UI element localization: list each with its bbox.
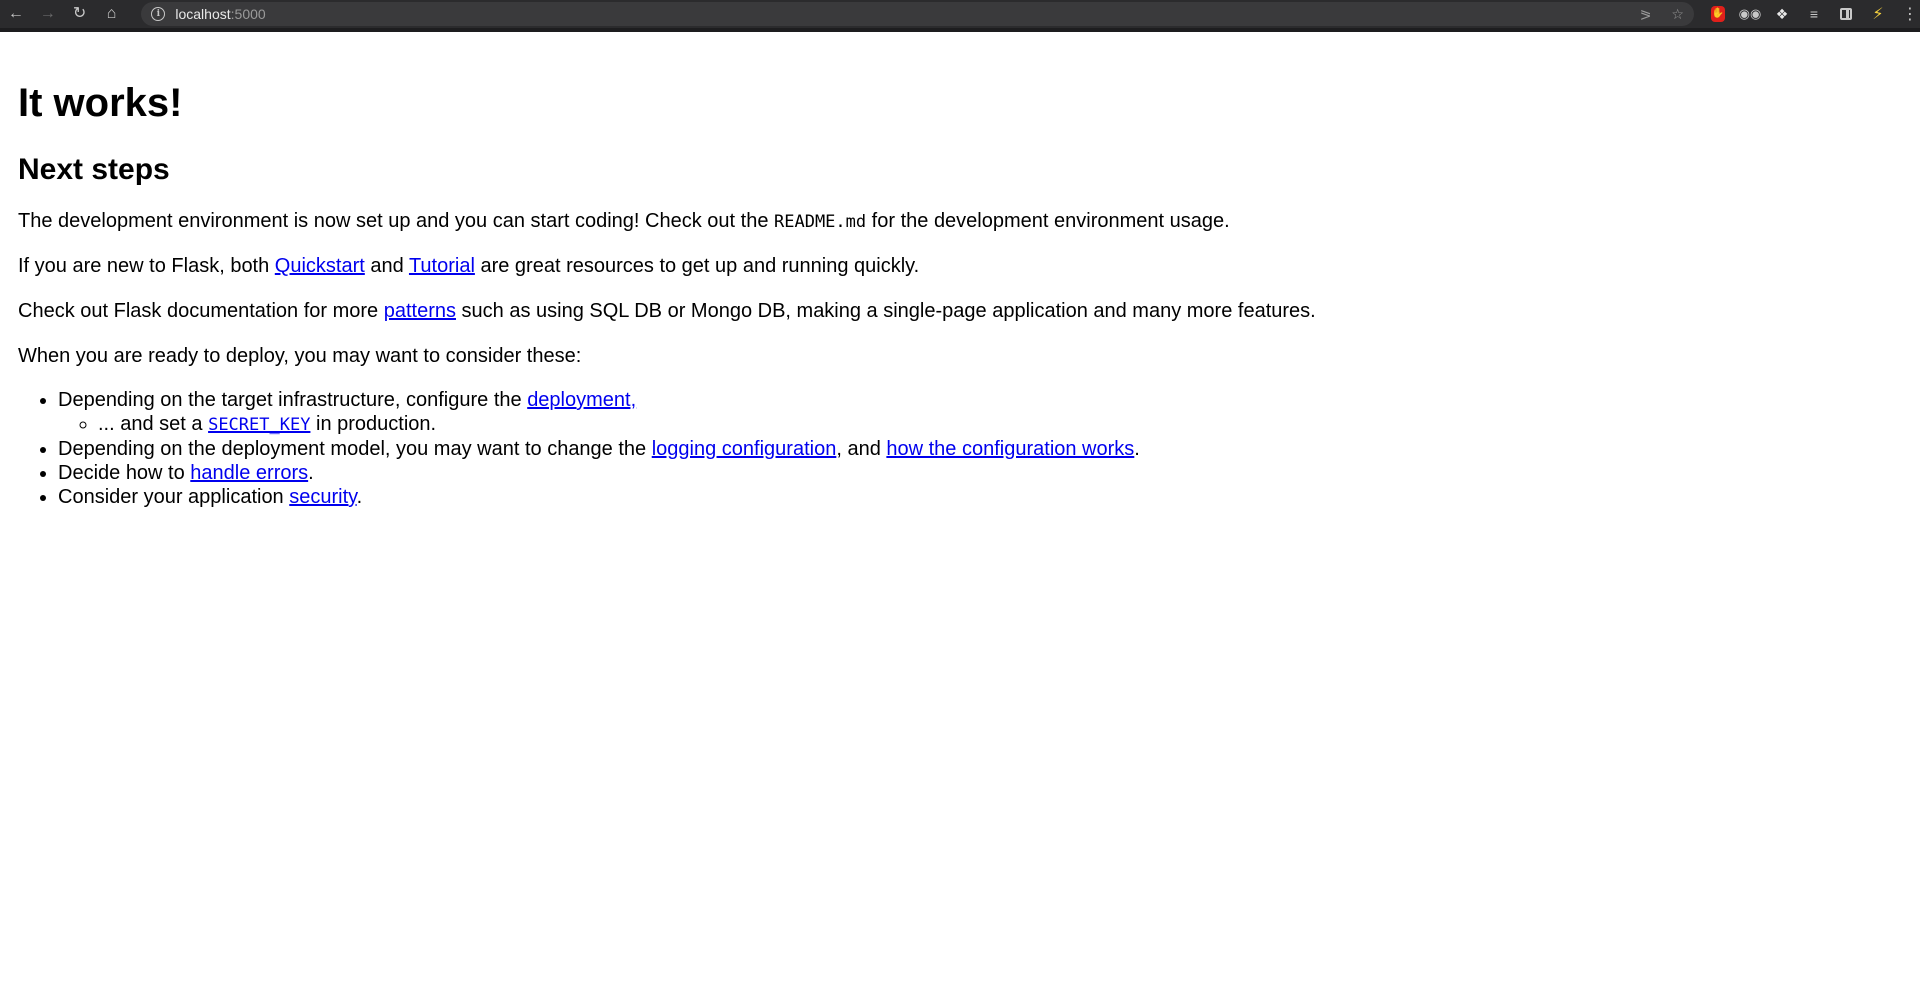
secret-key-link[interactable]: SECRET_KEY: [208, 413, 310, 435]
url-text: localhost:5000: [175, 6, 265, 22]
secret-key-code: SECRET_KEY: [208, 415, 311, 435]
deploy-paragraph: When you are ready to deploy, you may wa…: [18, 345, 582, 367]
tutorial-link[interactable]: Tutorial: [409, 255, 475, 277]
list-item: Depending on the deployment model, you m…: [58, 437, 1902, 461]
page-title: It works!: [18, 81, 183, 125]
item4-text-after: .: [356, 486, 363, 508]
list-item: Decide how to handle errors.: [58, 461, 1902, 485]
item2-text-before: Depending on the deployment model, you m…: [58, 438, 652, 460]
handle-errors-link[interactable]: handle errors: [190, 462, 308, 484]
share-icon[interactable]: ⪖: [1640, 6, 1652, 23]
item1-text: Depending on the target infrastructure, …: [58, 389, 528, 411]
item3-text-after: .: [308, 462, 314, 484]
patterns-text-after: such as using SQL DB or Mongo DB, making…: [456, 300, 1316, 322]
item2-text-after: .: [1134, 438, 1140, 460]
list-item: Consider your application security.: [58, 485, 1902, 509]
subitem-text-before: ... and set a: [98, 413, 209, 435]
security-link[interactable]: security: [289, 486, 356, 508]
url-port: :5000: [230, 6, 266, 22]
configuration-works-link[interactable]: how the configuration works: [886, 438, 1134, 460]
patterns-text-before: Check out Flask documentation for more: [18, 300, 384, 322]
reading-list-icon[interactable]: ≡: [1804, 4, 1824, 24]
intro-text-after: for the development environment usage.: [866, 210, 1230, 232]
patterns-link[interactable]: patterns: [384, 300, 456, 322]
home-icon[interactable]: ⌂: [96, 0, 128, 28]
reload-icon[interactable]: ↻: [64, 0, 96, 28]
patterns-paragraph: Check out Flask documentation for more p…: [18, 300, 1902, 323]
resources-text-middle: and: [364, 255, 409, 277]
deploy-sublist: ... and set a SECRET_KEY in production.: [58, 412, 1902, 437]
intro-paragraph: The development environment is now set u…: [18, 210, 1902, 233]
browser-toolbar: ← → ↻ ⌂ i localhost:5000 ⪖ ☆ ✋ ◉◉ ❖ ≡ ⚡ …: [0, 0, 1920, 32]
back-arrow-icon[interactable]: ←: [0, 0, 32, 28]
browser-menu-icon[interactable]: ⋮: [1900, 4, 1920, 24]
intro-text-before: The development environment is now set u…: [18, 210, 774, 232]
item2-text-middle: , and: [836, 438, 887, 460]
deploy-list: Depending on the target infrastructure, …: [18, 388, 1902, 509]
item4-text-before: Consider your application: [58, 486, 290, 508]
page-subtitle: Next steps: [18, 153, 170, 186]
flask-resources-paragraph: If you are new to Flask, both Quickstart…: [18, 255, 1902, 278]
forward-arrow-icon[interactable]: →: [32, 0, 64, 28]
logging-configuration-link[interactable]: logging configuration: [652, 438, 837, 460]
list-item: ... and set a SECRET_KEY in production.: [98, 412, 1902, 437]
extensions-puzzle-icon[interactable]: ❖: [1772, 4, 1792, 24]
site-info-icon[interactable]: i: [151, 7, 166, 21]
deployment-link[interactable]: deployment,: [527, 389, 636, 411]
page-content: It works! Next steps The development env…: [0, 32, 1920, 998]
adblock-extension-icon[interactable]: ✋: [1708, 4, 1728, 24]
readme-code: README.md: [774, 212, 867, 232]
resources-text-before: If you are new to Flask, both: [18, 255, 275, 277]
address-bar[interactable]: i localhost:5000 ⪖ ☆: [141, 2, 1694, 26]
side-panel-icon[interactable]: [1836, 4, 1856, 24]
list-item: Depending on the target infrastructure, …: [58, 388, 1902, 437]
spy-extension-icon[interactable]: ◉◉: [1739, 4, 1762, 24]
url-host: localhost: [175, 6, 231, 22]
resources-text-after: are great resources to get up and runnin…: [474, 255, 920, 277]
lightning-extension-icon[interactable]: ⚡: [1868, 4, 1888, 24]
bookmark-star-icon[interactable]: ☆: [1671, 6, 1684, 23]
quickstart-link[interactable]: Quickstart: [275, 255, 365, 277]
subitem-text-after: in production.: [310, 413, 437, 435]
item3-text-before: Decide how to: [58, 462, 191, 484]
